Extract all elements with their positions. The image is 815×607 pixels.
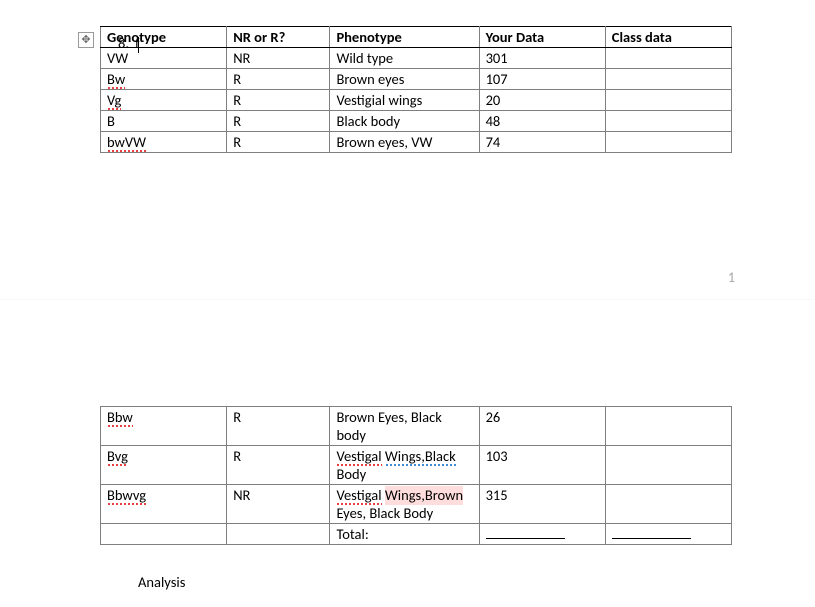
cell-nr[interactable]: R — [227, 111, 330, 132]
cell-your-data[interactable]: 74 — [479, 132, 605, 153]
cell-class-data[interactable] — [605, 407, 731, 446]
cell-nr[interactable]: R — [227, 69, 330, 90]
cell-genotype[interactable]: B — [101, 111, 227, 132]
cell-phenotype[interactable]: Black body — [330, 111, 479, 132]
cell-genotype[interactable]: bwVW — [101, 132, 227, 153]
cell-nr[interactable]: R — [227, 132, 330, 153]
cell-nr[interactable] — [227, 524, 330, 545]
cell-your-data[interactable]: 48 — [479, 111, 605, 132]
table-row[interactable]: BwRBrown eyes107 — [101, 69, 732, 90]
cell-phenotype[interactable]: Brown eyes, VW — [330, 132, 479, 153]
cell-your-data[interactable]: 20 — [479, 90, 605, 111]
numbered-list-line[interactable]: 8.f — [118, 34, 139, 53]
cell-your-data[interactable]: 301 — [479, 48, 605, 69]
genotype-table-bottom[interactable]: BbwRBrown Eyes, Black body26BvgRVestigal… — [100, 406, 732, 545]
cell-your-data[interactable]: 26 — [479, 407, 605, 446]
page-number: 1 — [728, 269, 735, 286]
cell-your-data[interactable]: 107 — [479, 69, 605, 90]
cell-class-data[interactable] — [605, 446, 731, 485]
cell-genotype[interactable]: Bvg — [101, 446, 227, 485]
cell-nr[interactable]: R — [227, 90, 330, 111]
cell-genotype[interactable]: Bw — [101, 69, 227, 90]
table-move-handle-icon[interactable]: ✥ — [78, 32, 94, 48]
col-your-data: Your Data — [479, 27, 605, 48]
cell-class-data[interactable] — [605, 111, 731, 132]
table-row[interactable]: BRBlack body48 — [101, 111, 732, 132]
cell-genotype[interactable]: Vg — [101, 90, 227, 111]
table-row[interactable]: BvgRVestigal Wings,Black Body103 — [101, 446, 732, 485]
analysis-heading: Analysis — [138, 573, 815, 591]
cell-your-data[interactable] — [479, 524, 605, 545]
col-class-data: Class data — [605, 27, 731, 48]
cell-phenotype[interactable]: Wild type — [330, 48, 479, 69]
cell-genotype[interactable]: Bbw — [101, 407, 227, 446]
cell-genotype[interactable] — [101, 524, 227, 545]
cell-phenotype[interactable]: Vestigal Wings,Brown Eyes, Black Body — [330, 485, 479, 524]
cell-class-data[interactable] — [605, 48, 731, 69]
genotype-table-top[interactable]: Genotype NR or R? Phenotype Your Data Cl… — [100, 26, 732, 153]
list-number: 8. — [118, 34, 129, 52]
table-row[interactable]: VgRVestigial wings20 — [101, 90, 732, 111]
col-nr: NR or R? — [227, 27, 330, 48]
page-1: ✥ 8.f Genotype NR or R? Phenotype Your D… — [0, 0, 815, 310]
cell-nr[interactable]: R — [227, 446, 330, 485]
table-row[interactable]: VWNRWild type301 — [101, 48, 732, 69]
cell-nr[interactable]: NR — [227, 48, 330, 69]
table-row[interactable]: BbwRBrown Eyes, Black body26 — [101, 407, 732, 446]
cell-class-data[interactable] — [605, 524, 731, 545]
cell-phenotype[interactable]: Brown eyes — [330, 69, 479, 90]
text-cursor-icon — [138, 37, 139, 53]
table-row[interactable]: BbwvgNRVestigal Wings,Brown Eyes, Black … — [101, 485, 732, 524]
cell-phenotype[interactable]: Brown Eyes, Black body — [330, 407, 479, 446]
col-phenotype: Phenotype — [330, 27, 479, 48]
cell-class-data[interactable] — [605, 69, 731, 90]
cell-class-data[interactable] — [605, 485, 731, 524]
cell-nr[interactable]: NR — [227, 485, 330, 524]
cell-your-data[interactable]: 315 — [479, 485, 605, 524]
cell-class-data[interactable] — [605, 132, 731, 153]
cell-phenotype[interactable]: Vestigial wings — [330, 90, 479, 111]
cell-class-data[interactable] — [605, 90, 731, 111]
cell-your-data[interactable]: 103 — [479, 446, 605, 485]
table-header-row: Genotype NR or R? Phenotype Your Data Cl… — [101, 27, 732, 48]
table-row[interactable]: Total: — [101, 524, 732, 545]
cell-phenotype[interactable]: Total: — [330, 524, 479, 545]
cell-nr[interactable]: R — [227, 407, 330, 446]
blank-line[interactable] — [486, 526, 565, 539]
page-2: BbwRBrown Eyes, Black body26BvgRVestigal… — [0, 300, 815, 607]
blank-line[interactable] — [612, 526, 691, 539]
table-row[interactable]: bwVWRBrown eyes, VW74 — [101, 132, 732, 153]
word-editing-surface: ✥ 8.f Genotype NR or R? Phenotype Your D… — [0, 0, 815, 607]
cell-phenotype[interactable]: Vestigal Wings,Black Body — [330, 446, 479, 485]
cell-genotype[interactable]: Bbwvg — [101, 485, 227, 524]
